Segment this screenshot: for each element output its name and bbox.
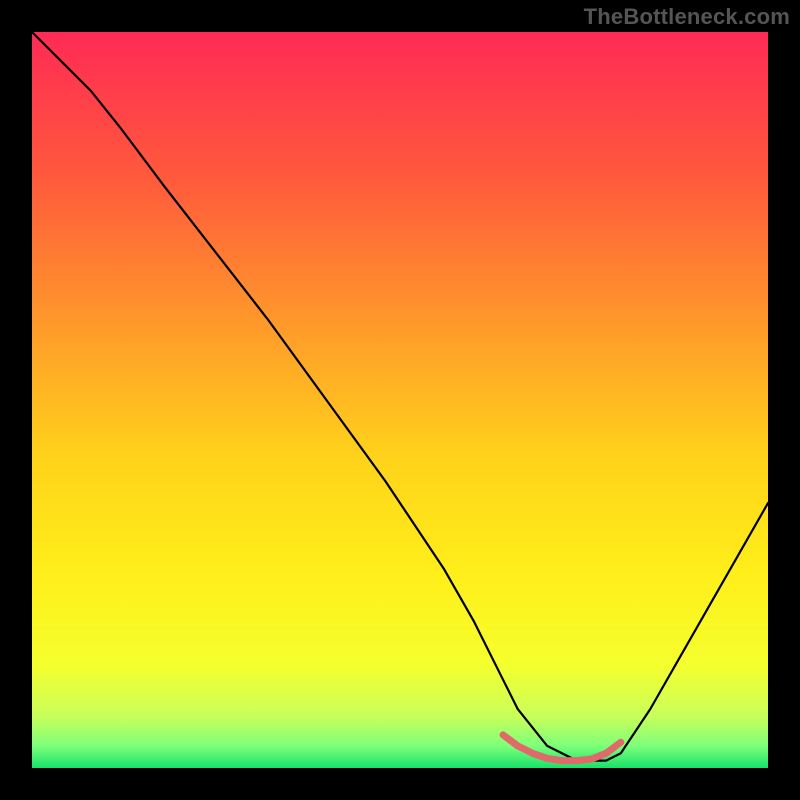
watermark-text: TheBottleneck.com: [584, 4, 790, 30]
sweet-spot-highlight: [503, 735, 621, 761]
chart-frame: TheBottleneck.com: [0, 0, 800, 800]
bottleneck-curve: [32, 32, 768, 761]
plot-area: [32, 32, 768, 768]
chart-lines: [32, 32, 768, 768]
